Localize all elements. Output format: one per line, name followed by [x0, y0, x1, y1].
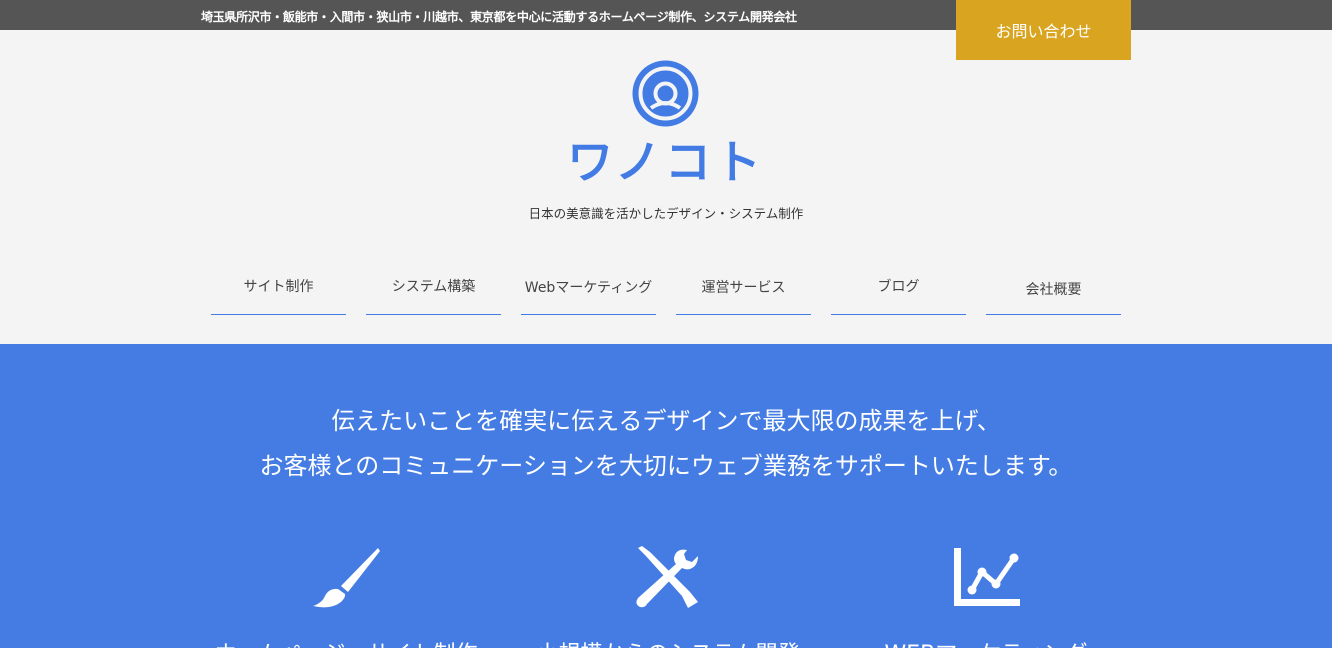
service-title-site[interactable]: ホームページ・サイト制作 — [196, 636, 496, 648]
logo-wordmark[interactable]: ワノコト — [560, 133, 772, 191]
nav-item-label: システム構築 — [391, 279, 476, 295]
nav-item-label: 会社概要 — [1025, 282, 1082, 298]
tagline: 日本の美意識を活かしたデザイン・システム制作 — [528, 206, 804, 221]
nav-item-operation[interactable]: 運営サービス — [676, 262, 811, 315]
nav-item-site[interactable]: サイト制作 — [211, 262, 346, 315]
nav-item-label: 運営サービス — [701, 280, 786, 296]
nav-item-company[interactable]: 会社概要 — [986, 262, 1121, 315]
nav-item-system[interactable]: システム構築 — [366, 262, 501, 315]
chart-line-icon — [954, 548, 1020, 606]
contact-button[interactable]: お問い合わせ — [956, 0, 1131, 60]
nav-item-marketing[interactable]: Webマーケティング — [521, 262, 656, 315]
top-bar-text: 埼玉県所沢市・飯能市・入間市・狭山市・川越市、東京都を中心に活動するホームページ… — [201, 10, 797, 24]
paintbrush-icon — [313, 548, 380, 608]
hero-section: 伝えたいことを確実に伝えるデザインで最大限の成果を上げ、 お客様とのコミュニケー… — [0, 344, 1332, 648]
hero-line-2: お客様とのコミュニケーションを大切にウェブ業務をサポートいたします。 — [259, 452, 1073, 480]
service-title-system[interactable]: 小規模からのシステム開発 — [518, 636, 818, 648]
nav-item-label: ブログ — [877, 279, 920, 295]
nav-item-label: サイト制作 — [243, 279, 314, 295]
tools-icon — [636, 546, 698, 608]
logo-icon[interactable] — [632, 60, 699, 127]
hero-line-1: 伝えたいことを確実に伝えるデザインで最大限の成果を上げ、 — [331, 407, 1001, 435]
top-bar: 埼玉県所沢市・飯能市・入間市・狭山市・川越市、東京都を中心に活動するホームページ… — [0, 0, 1332, 30]
nav-item-label: Webマーケティング — [524, 280, 653, 296]
nav-item-blog[interactable]: ブログ — [831, 262, 966, 315]
service-title-marketing[interactable]: WEBマーケティング — [836, 636, 1136, 648]
main-nav: サイト制作 システム構築 Webマーケティング 運営サービス ブログ 会社概要 — [211, 262, 1121, 315]
